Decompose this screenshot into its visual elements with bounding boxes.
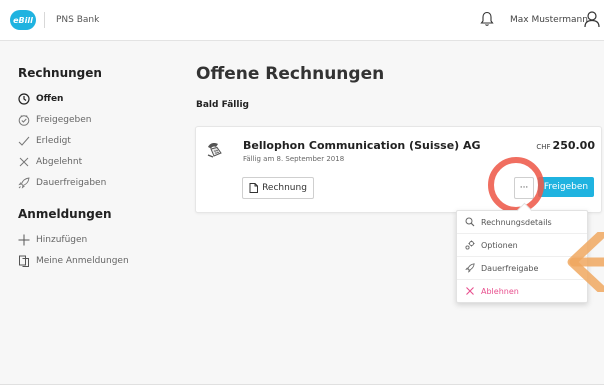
top-bar: eBill PNS Bank Max Mustermann [0,0,604,41]
sidebar-item-freigegeben[interactable]: Freigegeben [18,109,168,130]
ebill-logo[interactable]: eBill [10,10,36,30]
rechnung-button[interactable]: Rechnung [242,177,314,199]
menu-item-label: Optionen [481,240,518,250]
rocket-icon [18,176,30,189]
sidebar-item-label: Freigegeben [36,114,92,125]
calendar-check-icon [18,114,30,126]
sidebar-item-offen[interactable]: Offen [18,88,168,109]
menu-item-rechnungsdetails[interactable]: Rechnungsdetails [457,211,587,234]
sidebar-item-abgelehnt[interactable]: Abgelehnt [18,151,168,172]
documents-icon [18,255,30,267]
invoice-amount-value: 250.00 [552,139,595,152]
section-title-bald-faellig: Bald Fällig [196,100,249,110]
sidebar-item-erledigt[interactable]: Erledigt [18,130,168,151]
menu-item-label: Dauerfreigabe [481,263,539,273]
rechnung-button-label: Rechnung [262,183,307,193]
sidebar: Rechnungen Offen Freigegeben Erledigt Ab… [18,66,168,271]
header-divider [44,12,45,28]
invoice-amount: CHF 250.00 [536,139,595,152]
invoice-due-date: Fällig am 8. September 2018 [243,155,345,163]
menu-item-ablehnen[interactable]: Ablehnen [457,280,587,302]
rocket-icon [465,263,475,273]
sidebar-item-label: Hinzufügen [36,234,88,245]
plus-icon [18,234,30,246]
freigeben-button-label: Freigeben [543,182,589,192]
freigeben-button[interactable]: Freigeben [538,177,594,197]
section-title-anmeldungen: Anmeldungen [18,207,112,221]
clock-icon [18,92,30,105]
bell-icon[interactable] [480,11,494,27]
bank-name: PNS Bank [56,15,100,25]
invoice-currency: CHF [536,143,551,151]
sidebar-item-label: Dauerfreigaben [36,177,107,188]
logo-text: eBill [13,15,33,25]
document-icon [249,183,259,193]
sidebar-item-dauerfreigaben[interactable]: Dauerfreigaben [18,172,168,193]
user-name[interactable]: Max Mustermann [510,13,588,27]
page-title: Offene Rechnungen [196,64,385,84]
sidebar-item-label: Offen [36,93,64,104]
sidebar-item-label: Erledigt [36,135,71,146]
options-dropdown-menu: Rechnungsdetails Optionen Dauerfreigabe … [456,202,588,303]
menu-item-dauerfreigabe[interactable]: Dauerfreigabe [457,257,587,280]
phone-icon [207,143,222,158]
section-title-rechnungen: Rechnungen [18,66,102,80]
sidebar-item-label: Abgelehnt [36,156,83,167]
search-icon [465,217,475,227]
invoice-company: Bellophon Communication (Suisse) AG [243,139,481,152]
close-icon [465,286,475,296]
sidebar-item-meine-anmeldungen[interactable]: Meine Anmeldungen [18,250,168,271]
gear-icon [465,240,475,250]
sidebar-item-label: Meine Anmeldungen [36,255,129,266]
check-icon [18,135,30,147]
more-options-label: ··· [519,183,529,193]
menu-item-label: Rechnungsdetails [481,217,552,227]
menu-item-optionen[interactable]: Optionen [457,234,587,257]
user-icon[interactable] [584,10,600,28]
more-options-button[interactable]: ··· [514,177,534,199]
close-icon [18,156,30,168]
invoice-card[interactable]: Bellophon Communication (Suisse) AG Fäll… [195,126,602,213]
sidebar-item-hinzufuegen[interactable]: Hinzufügen [18,229,168,250]
menu-item-label: Ablehnen [481,286,519,296]
